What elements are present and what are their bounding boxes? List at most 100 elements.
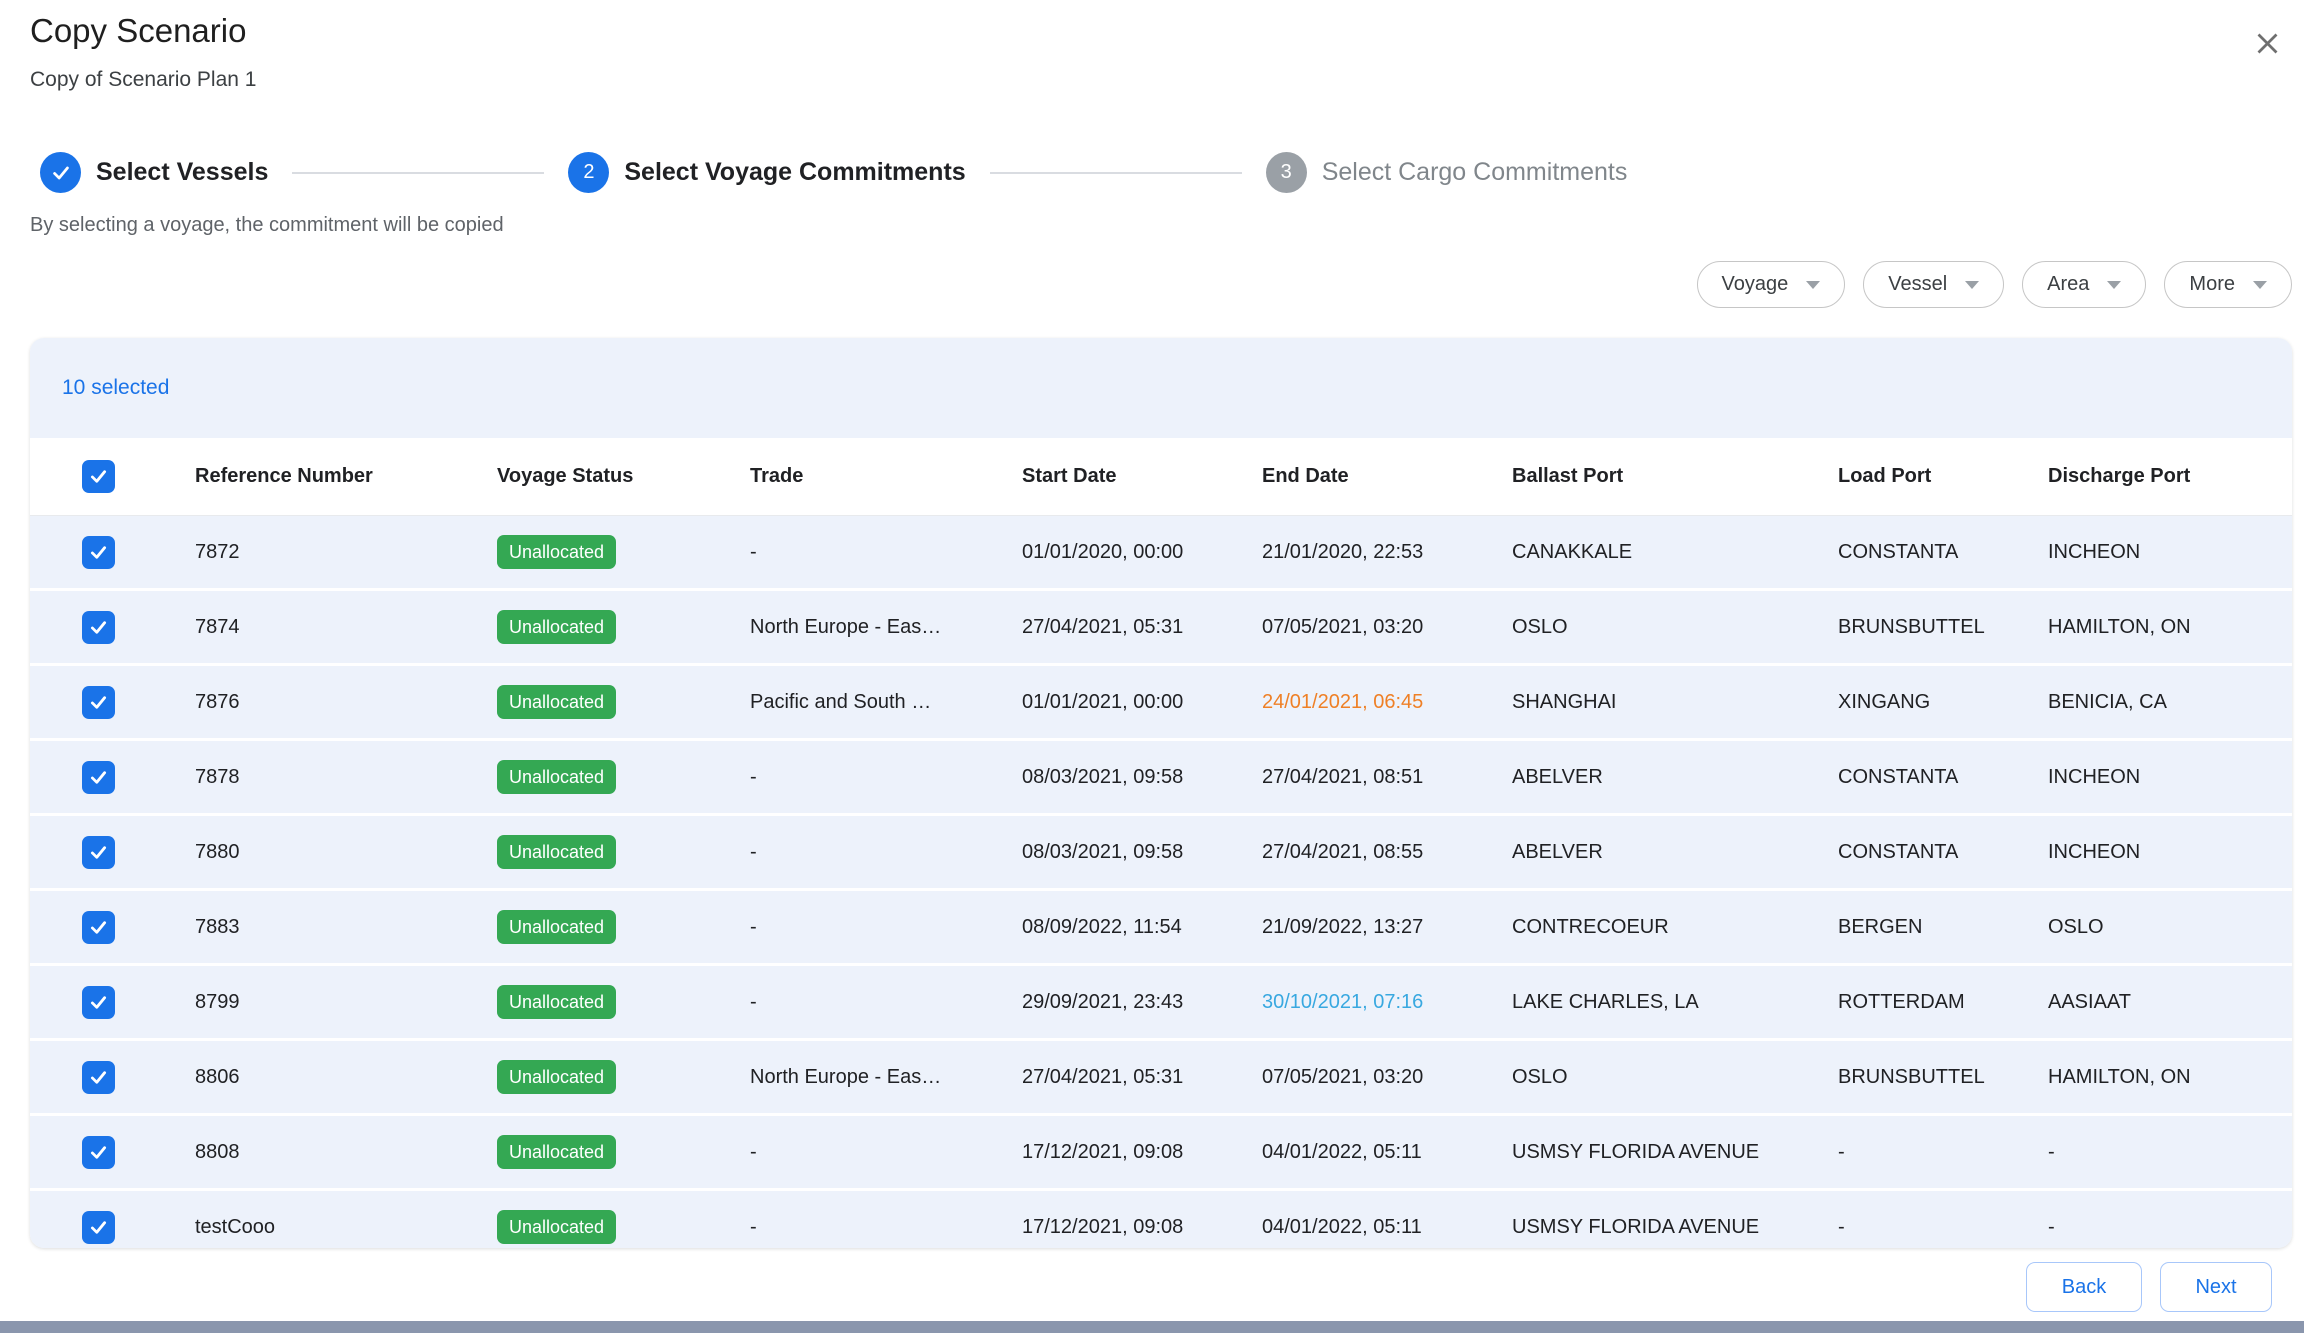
status-badge: Unallocated <box>497 685 616 719</box>
check-icon <box>88 466 109 487</box>
row-checkbox[interactable] <box>82 686 115 719</box>
table-row[interactable]: 7878 Unallocated - 08/03/2021, 09:58 27/… <box>30 741 2292 813</box>
start-date-cell: 01/01/2021, 00:00 <box>1022 691 1262 714</box>
reference-number-cell: testCooo <box>195 1216 497 1239</box>
copy-scenario-dialog: { "dialog": { "title": "Copy Scenario", … <box>0 0 2304 1333</box>
ballast-port-cell: ABELVER <box>1512 766 1838 789</box>
ballast-port-cell: OSLO <box>1512 616 1838 639</box>
discharge-port-cell: OSLO <box>2048 916 2292 939</box>
column-header-trade: Trade <box>750 465 1022 488</box>
step-select-voyage-commitments[interactable]: 2 Select Voyage Commitments <box>568 152 965 193</box>
helper-text: By selecting a voyage, the commitment wi… <box>30 214 504 237</box>
table-row[interactable]: 8808 Unallocated - 17/12/2021, 09:08 04/… <box>30 1116 2292 1188</box>
check-icon <box>88 617 109 638</box>
select-all-checkbox[interactable] <box>82 460 115 493</box>
next-button[interactable]: Next <box>2160 1262 2272 1312</box>
status-badge: Unallocated <box>497 760 616 794</box>
trade-cell: - <box>750 916 1022 939</box>
back-button[interactable]: Back <box>2026 1262 2142 1312</box>
discharge-port-cell: INCHEON <box>2048 541 2292 564</box>
load-port-cell: CONSTANTA <box>1838 841 2048 864</box>
filter-voyage-button[interactable]: Voyage <box>1697 261 1846 308</box>
status-badge: Unallocated <box>497 1210 616 1244</box>
ballast-port-cell: USMSY FLORIDA AVENUE <box>1512 1141 1838 1164</box>
end-date-cell: 30/10/2021, 07:16 <box>1262 991 1512 1014</box>
start-date-cell: 17/12/2021, 09:08 <box>1022 1141 1262 1164</box>
trade-cell: Pacific and South … <box>750 691 1022 714</box>
table-row[interactable]: 7880 Unallocated - 08/03/2021, 09:58 27/… <box>30 816 2292 888</box>
row-checkbox[interactable] <box>82 1211 115 1244</box>
filter-area-button[interactable]: Area <box>2022 261 2146 308</box>
load-port-cell: ROTTERDAM <box>1838 991 2048 1014</box>
filter-more-label: More <box>2189 273 2235 296</box>
step-select-cargo-commitments[interactable]: 3 Select Cargo Commitments <box>1266 152 1628 193</box>
table-row[interactable]: 8799 Unallocated - 29/09/2021, 23:43 30/… <box>30 966 2292 1038</box>
discharge-port-cell: HAMILTON, ON <box>2048 1066 2292 1089</box>
trade-cell: - <box>750 991 1022 1014</box>
row-checkbox[interactable] <box>82 536 115 569</box>
trade-cell: - <box>750 1141 1022 1164</box>
load-port-cell: BRUNSBUTTEL <box>1838 1066 2048 1089</box>
discharge-port-cell: HAMILTON, ON <box>2048 616 2292 639</box>
column-header-reference-number: Reference Number <box>195 465 497 488</box>
reference-number-cell: 8808 <box>195 1141 497 1164</box>
start-date-cell: 08/03/2021, 09:58 <box>1022 841 1262 864</box>
table-row[interactable]: 8806 Unallocated North Europe - Eas… 27/… <box>30 1041 2292 1113</box>
status-badge: Unallocated <box>497 1060 616 1094</box>
table-row[interactable]: 7876 Unallocated Pacific and South … 01/… <box>30 666 2292 738</box>
reference-number-cell: 7883 <box>195 916 497 939</box>
ballast-port-cell: CONTRECOEUR <box>1512 916 1838 939</box>
voyage-status-cell: Unallocated <box>497 910 750 944</box>
table-row[interactable]: testCooo Unallocated - 17/12/2021, 09:08… <box>30 1191 2292 1248</box>
status-badge: Unallocated <box>497 1135 616 1169</box>
chevron-down-icon <box>2107 281 2121 289</box>
selected-count: 10 selected <box>62 376 169 400</box>
step-select-vessels[interactable]: Select Vessels <box>40 152 268 193</box>
end-date-cell: 24/01/2021, 06:45 <box>1262 691 1512 714</box>
end-date-cell: 07/05/2021, 03:20 <box>1262 616 1512 639</box>
row-checkbox[interactable] <box>82 1136 115 1169</box>
table-row[interactable]: 7872 Unallocated - 01/01/2020, 00:00 21/… <box>30 516 2292 588</box>
column-header-end-date: End Date <box>1262 465 1512 488</box>
row-checkbox[interactable] <box>82 1061 115 1094</box>
voyage-table-panel: 10 selected Reference Number Voyage Stat… <box>30 338 2292 1248</box>
check-icon <box>88 767 109 788</box>
close-icon <box>2254 30 2281 57</box>
reference-number-cell: 7876 <box>195 691 497 714</box>
start-date-cell: 08/09/2022, 11:54 <box>1022 916 1262 939</box>
step-1-circle <box>40 152 81 193</box>
column-header-ballast-port: Ballast Port <box>1512 465 1838 488</box>
voyage-status-cell: Unallocated <box>497 760 750 794</box>
filter-vessel-label: Vessel <box>1888 273 1947 296</box>
check-icon <box>50 162 72 184</box>
check-icon <box>88 542 109 563</box>
stepper: Select Vessels 2 Select Voyage Commitmen… <box>40 152 1627 193</box>
check-icon <box>88 992 109 1013</box>
close-button[interactable] <box>2248 24 2286 62</box>
start-date-cell: 17/12/2021, 09:08 <box>1022 1216 1262 1239</box>
end-date-cell: 27/04/2021, 08:51 <box>1262 766 1512 789</box>
step-3-label: Select Cargo Commitments <box>1322 158 1628 187</box>
backdrop-strip <box>0 1321 2304 1333</box>
check-icon <box>88 917 109 938</box>
reference-number-cell: 8799 <box>195 991 497 1014</box>
row-checkbox[interactable] <box>82 761 115 794</box>
start-date-cell: 27/04/2021, 05:31 <box>1022 1066 1262 1089</box>
status-badge: Unallocated <box>497 835 616 869</box>
row-checkbox[interactable] <box>82 911 115 944</box>
end-date-cell: 21/01/2020, 22:53 <box>1262 541 1512 564</box>
discharge-port-cell: INCHEON <box>2048 766 2292 789</box>
table-row[interactable]: 7883 Unallocated - 08/09/2022, 11:54 21/… <box>30 891 2292 963</box>
trade-cell: North Europe - Eas… <box>750 1066 1022 1089</box>
row-checkbox[interactable] <box>82 986 115 1019</box>
row-checkbox[interactable] <box>82 611 115 644</box>
discharge-port-cell: AASIAAT <box>2048 991 2292 1014</box>
reference-number-cell: 7878 <box>195 766 497 789</box>
table-row[interactable]: 7874 Unallocated North Europe - Eas… 27/… <box>30 591 2292 663</box>
row-checkbox[interactable] <box>82 836 115 869</box>
step-2-label: Select Voyage Commitments <box>624 158 965 187</box>
step-2-circle: 2 <box>568 152 609 193</box>
filter-vessel-button[interactable]: Vessel <box>1863 261 2004 308</box>
check-icon <box>88 692 109 713</box>
filter-more-button[interactable]: More <box>2164 261 2292 308</box>
